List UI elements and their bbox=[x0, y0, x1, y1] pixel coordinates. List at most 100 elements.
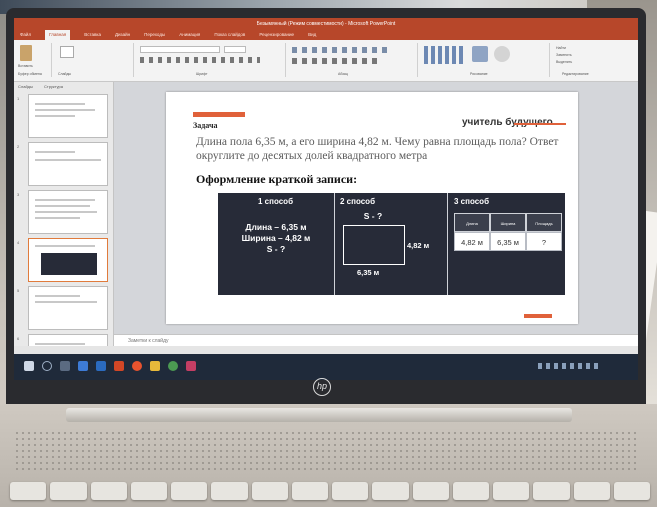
method-2: 2 способ S - ? 4,82 м 6,35 м bbox=[335, 193, 447, 295]
key[interactable] bbox=[171, 482, 208, 500]
method-1-title: 1 способ bbox=[258, 197, 294, 206]
font-format-buttons[interactable] bbox=[140, 57, 260, 63]
key[interactable] bbox=[10, 482, 47, 500]
slide-thumbnail[interactable] bbox=[28, 190, 108, 234]
tab-design[interactable]: Дизайн bbox=[115, 30, 130, 40]
font-size-select[interactable] bbox=[224, 46, 246, 53]
key[interactable] bbox=[452, 482, 489, 500]
opera-icon[interactable] bbox=[132, 361, 142, 371]
key[interactable] bbox=[251, 482, 288, 500]
window-titlebar: Безымянный (Режим совместимости) - Micro… bbox=[14, 18, 638, 30]
table-header: Ширина bbox=[490, 213, 526, 232]
slides-group: Слайды bbox=[54, 43, 134, 77]
app-icon[interactable] bbox=[186, 361, 196, 371]
accent-bar-top-left bbox=[193, 112, 245, 117]
replace-button[interactable]: Заменить bbox=[556, 53, 572, 57]
slide-thumbnail[interactable] bbox=[28, 94, 108, 138]
arrange-icon[interactable] bbox=[472, 46, 488, 62]
laptop-screen: Безымянный (Режим совместимости) - Micro… bbox=[14, 18, 638, 380]
method-2-width-label: 4,82 м bbox=[407, 241, 430, 250]
key[interactable] bbox=[372, 482, 409, 500]
key[interactable] bbox=[90, 482, 127, 500]
edge-icon[interactable] bbox=[78, 361, 88, 371]
key[interactable] bbox=[332, 482, 369, 500]
tray-icons[interactable] bbox=[538, 363, 598, 369]
tab-view[interactable]: Вид bbox=[308, 30, 316, 40]
tab-insert[interactable]: Вставка bbox=[84, 30, 101, 40]
tab-home[interactable]: Главная bbox=[45, 30, 71, 40]
paragraph-group: Абзац bbox=[288, 43, 418, 77]
keyboard-row bbox=[10, 482, 650, 507]
accent-bar-bottom-right bbox=[524, 314, 552, 318]
hp-logo: hp bbox=[313, 378, 331, 396]
tab-animations[interactable]: Анимация bbox=[179, 30, 200, 40]
notes-placeholder: Заметки к слайду bbox=[128, 338, 169, 344]
tab-transitions[interactable]: Переходы bbox=[144, 30, 165, 40]
key[interactable] bbox=[130, 482, 167, 500]
key[interactable] bbox=[211, 482, 248, 500]
paste-icon[interactable] bbox=[20, 45, 32, 61]
key[interactable] bbox=[613, 482, 650, 500]
font-group: Шрифт bbox=[136, 43, 286, 77]
tab-slideshow[interactable]: Показ слайдов bbox=[214, 30, 245, 40]
key[interactable] bbox=[291, 482, 328, 500]
quick-styles-icon[interactable] bbox=[494, 46, 510, 62]
powerpoint-icon[interactable] bbox=[114, 361, 124, 371]
laptop-base bbox=[0, 404, 657, 507]
search-icon[interactable] bbox=[42, 361, 52, 371]
method-1: 1 способ Длина – 6,35 м Ширина – 4,82 м … bbox=[218, 193, 334, 295]
key[interactable] bbox=[493, 482, 530, 500]
slide-canvas: Задача учитель будущего Длина пола 6,35 … bbox=[114, 82, 638, 334]
key[interactable] bbox=[50, 482, 87, 500]
method-1-length: Длина – 6,35 м bbox=[245, 222, 307, 232]
key[interactable] bbox=[412, 482, 449, 500]
drawing-group: Рисование bbox=[420, 43, 550, 77]
method-1-width: Ширина – 4,82 м bbox=[241, 233, 311, 243]
group-label-clipboard: Буфер обмена bbox=[18, 72, 42, 76]
thumb-number: 2 bbox=[17, 144, 20, 149]
window-title: Безымянный (Режим совместимости) - Micro… bbox=[256, 21, 396, 27]
method-1-area: S - ? bbox=[266, 244, 286, 254]
thumb-number: 6 bbox=[17, 336, 20, 341]
word-icon[interactable] bbox=[96, 361, 106, 371]
clipboard-group: Вставить Буфер обмена bbox=[16, 43, 52, 77]
key[interactable] bbox=[573, 482, 610, 500]
tab-review[interactable]: Рецензирование bbox=[259, 30, 294, 40]
slide[interactable]: Задача учитель будущего Длина пола 6,35 … bbox=[166, 92, 578, 324]
tab-outline[interactable]: Структура bbox=[44, 84, 63, 89]
table-cell: 4,82 м bbox=[454, 232, 490, 251]
tab-file[interactable]: Файл bbox=[20, 30, 31, 40]
alignment-buttons[interactable] bbox=[292, 58, 382, 64]
key[interactable] bbox=[533, 482, 570, 500]
tab-slides[interactable]: Слайды bbox=[18, 84, 33, 89]
thumb-number: 1 bbox=[17, 96, 20, 101]
paragraph-buttons[interactable] bbox=[292, 47, 392, 53]
method-3: 3 способ Длина Ширина Площадь 4,82 м 6,3… bbox=[448, 193, 565, 295]
editing-group: Найти Заменить Выделить Редактирование bbox=[552, 43, 636, 77]
notes-pane[interactable]: Заметки к слайду bbox=[114, 334, 638, 346]
method-2-title: 2 способ bbox=[340, 197, 376, 206]
windows-taskbar bbox=[14, 354, 638, 380]
laptop-hinge bbox=[66, 408, 572, 422]
chrome-icon[interactable] bbox=[168, 361, 178, 371]
problem-text: Длина пола 6,35 м, а его ширина 4,82 м. … bbox=[196, 136, 559, 162]
shapes-gallery[interactable] bbox=[424, 46, 464, 64]
thumb-number: 4 bbox=[17, 240, 20, 245]
select-button[interactable]: Выделить bbox=[556, 60, 572, 64]
ribbon-tabs: Файл Главная Вставка Дизайн Переходы Ани… bbox=[14, 30, 638, 40]
font-family-select[interactable] bbox=[140, 46, 220, 53]
photo-scene: Безымянный (Режим совместимости) - Micro… bbox=[0, 0, 657, 507]
slide-thumbnail[interactable] bbox=[28, 142, 108, 186]
start-icon[interactable] bbox=[24, 361, 34, 371]
find-button[interactable]: Найти bbox=[556, 46, 566, 50]
paste-button[interactable]: Вставить bbox=[18, 64, 33, 68]
slide-thumbnail-selected[interactable] bbox=[28, 238, 108, 282]
slide-thumbnail[interactable] bbox=[28, 286, 108, 330]
explorer-icon[interactable] bbox=[150, 361, 160, 371]
task-view-icon[interactable] bbox=[60, 361, 70, 371]
new-slide-icon[interactable] bbox=[60, 46, 74, 58]
floor-rectangle bbox=[343, 225, 405, 265]
group-label-slides: Слайды bbox=[58, 72, 72, 76]
table-cell: 6,35 м bbox=[490, 232, 526, 251]
method-2-area: S - ? bbox=[363, 211, 383, 221]
